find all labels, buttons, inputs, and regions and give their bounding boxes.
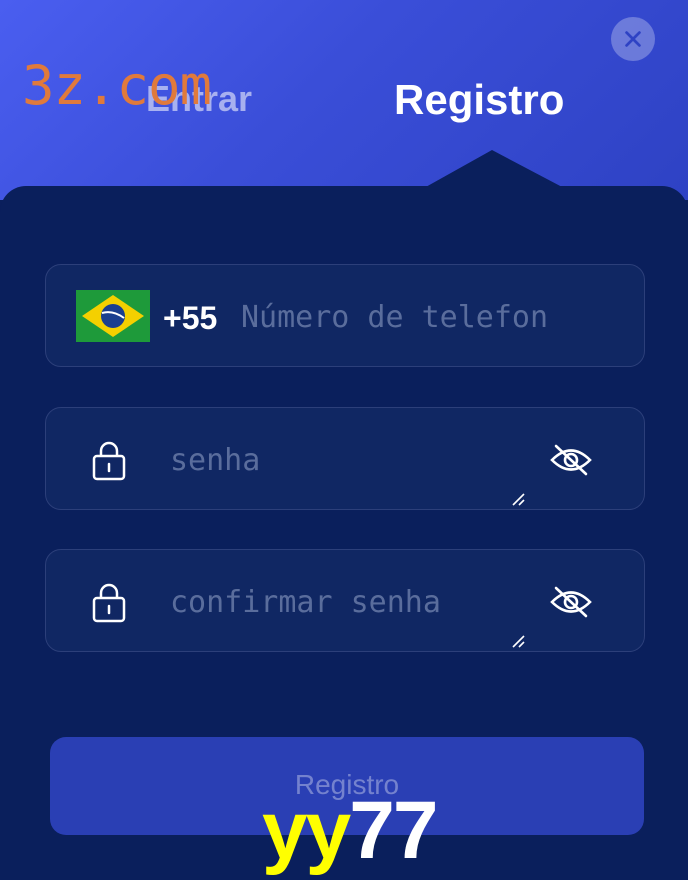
watermark-bottom: yy77 (262, 785, 438, 876)
eye-slash-icon[interactable] (549, 585, 593, 619)
close-icon (625, 31, 641, 47)
resize-handle-icon[interactable] (511, 492, 525, 506)
confirm-password-field (45, 549, 645, 652)
password-field (45, 407, 645, 510)
resize-handle-icon[interactable] (511, 634, 525, 648)
active-tab-indicator (424, 150, 564, 188)
confirm-password-input[interactable] (170, 580, 530, 624)
country-code: +55 (163, 300, 218, 336)
tab-registro[interactable]: Registro (394, 76, 564, 124)
watermark-bottom-part1: yy (262, 785, 351, 876)
watermark-bottom-part2: 77 (349, 785, 438, 876)
watermark-top: 3z.com (22, 54, 212, 117)
phone-field: +55 (45, 264, 645, 367)
brazil-flag-icon[interactable] (76, 290, 150, 342)
eye-slash-icon[interactable] (549, 443, 593, 477)
phone-input[interactable] (241, 295, 586, 339)
password-input[interactable] (170, 438, 530, 482)
lock-icon (92, 583, 126, 623)
lock-icon (92, 441, 126, 481)
close-button[interactable] (611, 17, 655, 61)
